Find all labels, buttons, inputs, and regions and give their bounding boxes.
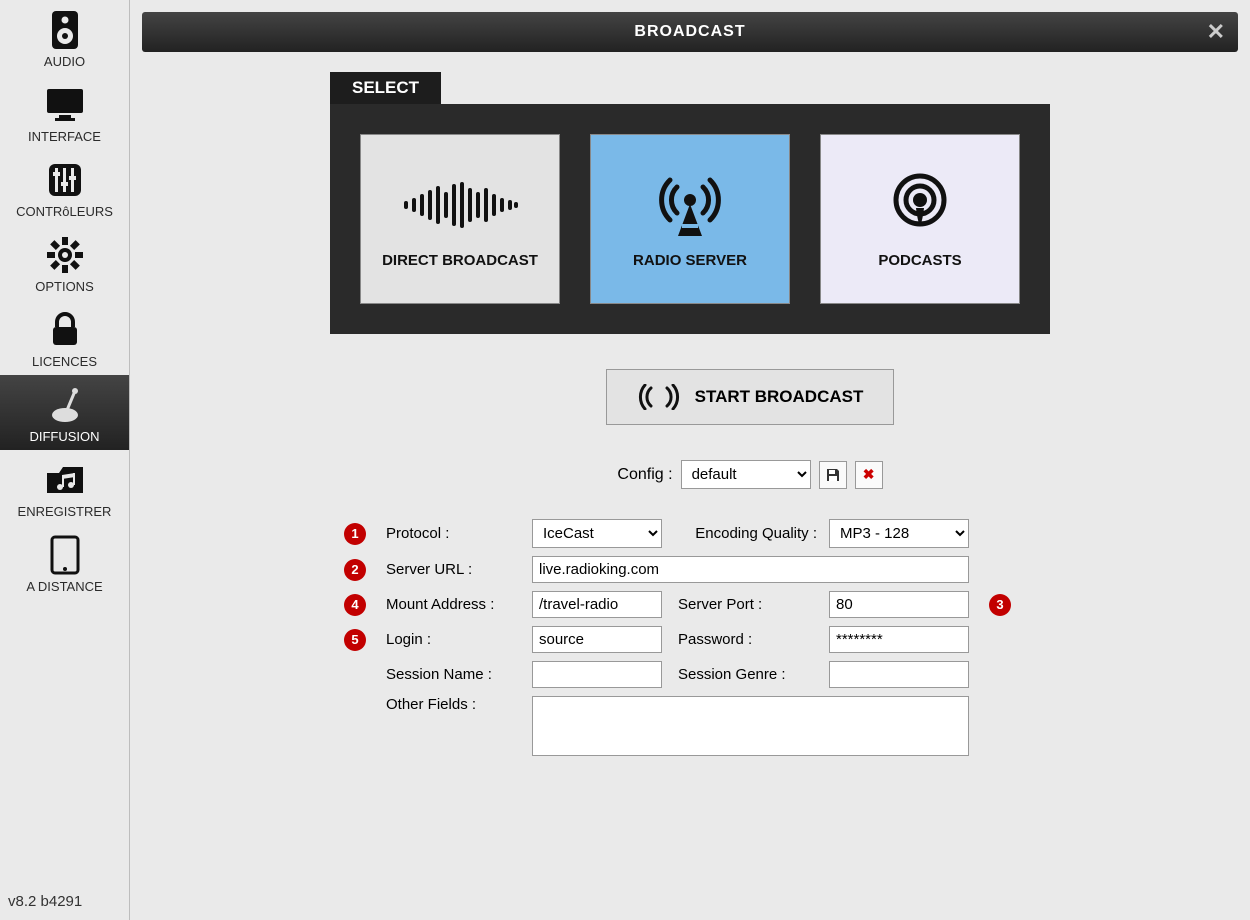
- page-title: BROADCAST: [634, 23, 745, 41]
- sidebar-item-label: ENREGISTRER: [18, 504, 112, 519]
- card-podcasts[interactable]: PODCASTS: [820, 134, 1020, 304]
- sidebar-item-label: AUDIO: [44, 54, 85, 69]
- sidebar-item-label: CONTRôLEURS: [16, 204, 113, 219]
- folder-music-icon: [45, 458, 85, 502]
- protocol-label: Protocol :: [386, 525, 526, 542]
- session-name-label: Session Name :: [386, 666, 526, 683]
- protocol-select[interactable]: IceCast: [532, 519, 662, 548]
- sliders-icon: [47, 158, 83, 202]
- mount-input[interactable]: [532, 591, 662, 618]
- login-input[interactable]: [532, 626, 662, 653]
- start-broadcast-label: START BROADCAST: [695, 387, 864, 407]
- card-label: RADIO SERVER: [633, 252, 747, 269]
- sidebar: AUDIO INTERFACE CONTRôLEURS OPTIONS LICE: [0, 0, 130, 920]
- sidebar-item-audio[interactable]: AUDIO: [0, 0, 129, 75]
- sidebar-item-enregistrer[interactable]: ENREGISTRER: [0, 450, 129, 525]
- step-badge-3: 3: [989, 594, 1011, 616]
- close-icon[interactable]: ✕: [1207, 19, 1226, 45]
- config-select[interactable]: default: [681, 460, 811, 489]
- encoding-select[interactable]: MP3 - 128: [829, 519, 969, 548]
- step-badge-1: 1: [344, 523, 366, 545]
- broadcast-waves-icon: [637, 384, 681, 410]
- tablet-icon: [50, 533, 80, 577]
- card-direct-broadcast[interactable]: DIRECT BROADCAST: [360, 134, 560, 304]
- card-label: DIRECT BROADCAST: [382, 252, 538, 269]
- sidebar-item-label: DIFFUSION: [29, 429, 99, 444]
- sidebar-item-label: INTERFACE: [28, 129, 101, 144]
- card-radio-server[interactable]: RADIO SERVER: [590, 134, 790, 304]
- radio-tower-icon: [645, 170, 735, 240]
- server-url-input[interactable]: [532, 556, 969, 583]
- start-broadcast-button[interactable]: START BROADCAST: [606, 369, 895, 425]
- waveform-icon: [400, 170, 520, 240]
- step-badge-2: 2: [344, 559, 366, 581]
- sidebar-item-diffusion[interactable]: DIFFUSION: [0, 375, 129, 450]
- mount-label: Mount Address :: [386, 596, 526, 613]
- version-label: v8.2 b4291: [0, 883, 129, 920]
- delete-config-button[interactable]: ✖: [855, 461, 883, 489]
- select-tab: SELECT: [330, 72, 441, 104]
- sidebar-item-label: A DISTANCE: [26, 579, 102, 594]
- session-name-input[interactable]: [532, 661, 662, 688]
- sidebar-item-interface[interactable]: INTERFACE: [0, 75, 129, 150]
- broadcast-form: 1 Protocol : IceCast Encoding Quality : …: [330, 519, 1170, 756]
- antenna-icon: [45, 383, 85, 427]
- config-label: Config :: [617, 466, 672, 484]
- session-genre-input[interactable]: [829, 661, 969, 688]
- config-row: Config : default ✖: [330, 460, 1170, 489]
- select-panel: SELECT DIRECT BROADCAST: [330, 72, 1170, 334]
- password-input[interactable]: [829, 626, 969, 653]
- podcast-icon: [885, 170, 955, 240]
- titlebar: BROADCAST ✕: [142, 12, 1238, 52]
- sidebar-item-remote[interactable]: A DISTANCE: [0, 525, 129, 600]
- server-url-label: Server URL :: [386, 561, 526, 578]
- speaker-icon: [50, 8, 80, 52]
- sidebar-item-licences[interactable]: LICENCES: [0, 300, 129, 375]
- encoding-label: Encoding Quality :: [668, 525, 823, 542]
- other-fields-label: Other Fields :: [386, 696, 526, 713]
- session-genre-label: Session Genre :: [668, 666, 823, 683]
- other-fields-input[interactable]: [532, 696, 969, 756]
- sidebar-item-options[interactable]: OPTIONS: [0, 225, 129, 300]
- port-label: Server Port :: [668, 596, 823, 613]
- sidebar-item-label: OPTIONS: [35, 279, 94, 294]
- sidebar-item-controllers[interactable]: CONTRôLEURS: [0, 150, 129, 225]
- sidebar-item-label: LICENCES: [32, 354, 97, 369]
- main: BROADCAST ✕ SELECT DIRECT BROADCAST: [130, 0, 1250, 920]
- port-input[interactable]: [829, 591, 969, 618]
- password-label: Password :: [668, 631, 823, 648]
- gear-icon: [46, 233, 84, 277]
- step-badge-5: 5: [344, 629, 366, 651]
- monitor-icon: [45, 83, 85, 127]
- step-badge-4: 4: [344, 594, 366, 616]
- card-label: PODCASTS: [878, 252, 961, 269]
- floppy-icon: [825, 467, 841, 483]
- save-config-button[interactable]: [819, 461, 847, 489]
- lock-icon: [48, 308, 82, 352]
- login-label: Login :: [386, 631, 526, 648]
